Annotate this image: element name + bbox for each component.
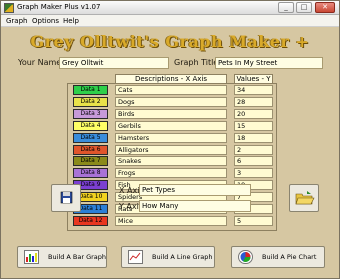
data-row-label: Data 6 — [73, 145, 108, 155]
app-window: Graph Maker Plus v1.07 _ □ ✕ Graph Optio… — [0, 0, 340, 279]
description-field[interactable]: Snakes — [115, 156, 227, 166]
data-row-label: Data 12 — [73, 216, 108, 226]
description-field[interactable]: Cats — [115, 85, 227, 95]
value-field[interactable]: 34 — [234, 85, 273, 95]
line-graph-label: Build A Line Graph — [152, 253, 213, 261]
title-bar: Graph Maker Plus v1.07 _ □ ✕ — [1, 1, 339, 15]
value-field[interactable]: 20 — [234, 109, 273, 119]
description-field[interactable]: Gerbils — [115, 121, 227, 131]
app-icon — [4, 3, 14, 13]
description-field[interactable]: Dogs — [115, 97, 227, 107]
value-field[interactable]: 2 — [234, 145, 273, 155]
description-field[interactable]: Mice — [115, 216, 227, 226]
value-field[interactable]: 3 — [234, 168, 273, 178]
description-field[interactable]: Birds — [115, 109, 227, 119]
value-field[interactable]: 28 — [234, 97, 273, 107]
data-row-label: Data 8 — [73, 168, 108, 178]
floppy-disk-icon — [60, 191, 73, 204]
build-bar-graph-button[interactable]: Build A Bar Graph — [17, 246, 107, 268]
menu-bar: Graph Options Help — [1, 15, 339, 27]
data-row-label: Data 5 — [73, 133, 108, 143]
description-field[interactable]: Frogs — [115, 168, 227, 178]
bar-graph-icon — [24, 250, 39, 264]
x-axis-field[interactable]: Pet Types — [139, 184, 251, 196]
data-row-label: Data 3 — [73, 109, 108, 119]
pie-chart-label: Build A Pie Chart — [262, 253, 317, 261]
bar-graph-label: Build A Bar Graph — [48, 253, 107, 261]
name-field[interactable]: Grey Olltwit — [59, 57, 169, 69]
graph-title-field[interactable]: Pets In My Street — [215, 57, 323, 69]
line-graph-icon — [128, 250, 143, 264]
open-button[interactable] — [289, 184, 319, 212]
y-axis-field[interactable]: How Many — [139, 200, 251, 212]
save-button[interactable] — [51, 184, 81, 212]
menu-graph[interactable]: Graph — [6, 17, 27, 25]
pie-chart-icon — [238, 250, 253, 264]
value-field[interactable]: 6 — [234, 156, 273, 166]
app-banner: Grey Olltwit's Graph Maker + — [30, 32, 310, 51]
data-row-label: Data 7 — [73, 156, 108, 166]
data-row-label: Data 1 — [73, 85, 108, 95]
open-folder-icon — [295, 191, 315, 205]
window-title: Graph Maker Plus v1.07 — [17, 3, 101, 11]
data-row-label: Data 4 — [73, 121, 108, 131]
close-button[interactable]: ✕ — [315, 2, 335, 13]
value-field[interactable]: 5 — [234, 216, 273, 226]
value-field[interactable]: 18 — [234, 133, 273, 143]
build-pie-chart-button[interactable]: Build A Pie Chart — [231, 246, 325, 268]
menu-options[interactable]: Options — [32, 17, 59, 25]
maximize-button[interactable]: □ — [296, 2, 312, 13]
description-field[interactable]: Hamsters — [115, 133, 227, 143]
menu-help[interactable]: Help — [63, 17, 79, 25]
value-field[interactable]: 15 — [234, 121, 273, 131]
graph-title-label: Graph Title: — [174, 58, 221, 67]
minimize-button[interactable]: _ — [278, 2, 294, 13]
description-field[interactable]: Alligators — [115, 145, 227, 155]
name-label: Your Name: — [18, 58, 64, 67]
build-line-graph-button[interactable]: Build A Line Graph — [121, 246, 215, 268]
data-row-label: Data 2 — [73, 97, 108, 107]
